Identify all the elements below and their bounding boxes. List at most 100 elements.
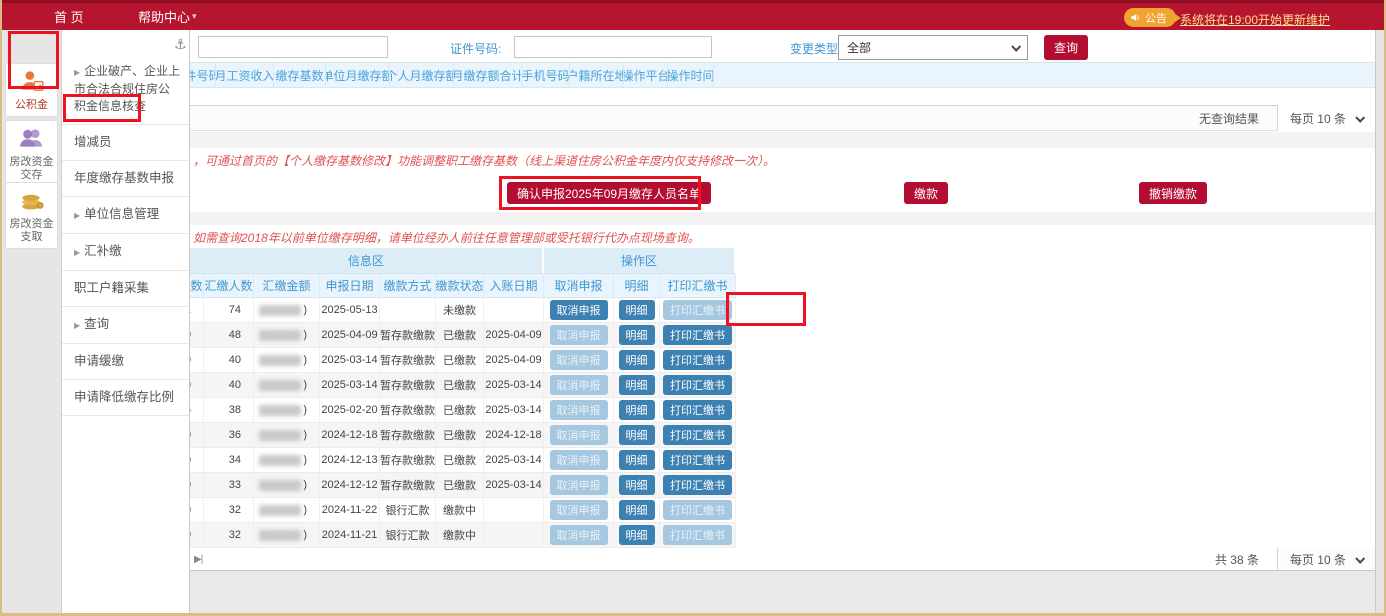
keyword-input[interactable] — [198, 36, 388, 58]
maintenance-notice-link[interactable]: 系统将在19:00开始更新维护 — [1180, 11, 1330, 28]
chevron-down-icon — [1355, 553, 1365, 563]
print-remit-book-button: 打印汇缴书 — [663, 500, 732, 520]
arrow-right-icon: ▶ — [74, 321, 80, 330]
cell-remit-people: 33 — [204, 473, 254, 497]
remittance-row-3: 040)2025-03-14暂存款缴款已缴款2025-03-14取消申报明细打印… — [190, 373, 736, 398]
detail-button[interactable]: 明细 — [619, 325, 655, 345]
detail-button[interactable]: 明细 — [619, 450, 655, 470]
main-content: 证件号码: 变更类型: 全部 查询 件号码月工资收入缴存基数单位月缴存额个人月缴… — [190, 30, 1376, 613]
vertical-scrollbar[interactable] — [1375, 30, 1386, 613]
remittance-row-4: 638)2025-02-20暂存款缴款已缴款2025-03-14取消申报明细打印… — [190, 398, 736, 423]
menu-item-4[interactable]: ▶汇补缴 — [62, 234, 189, 271]
cell-count-misc: 0 — [190, 323, 204, 347]
cell-pay-status: 缴款中 — [436, 523, 484, 547]
cell-pay-method: 暂存款缴款 — [380, 423, 436, 447]
app-window: 首 页 帮助中心 ▾ 公告 系统将在19:00开始更新维护 公积金房改资金 交存… — [0, 0, 1386, 616]
detail-button[interactable]: 明细 — [619, 500, 655, 520]
remittance-column-header: 入账日期 — [484, 274, 544, 298]
revoke-pay-button[interactable]: 撤销缴款 — [1139, 182, 1207, 204]
cell-detail-op: 明细 — [614, 398, 660, 422]
cell-pay-method: 银行汇款 — [380, 498, 436, 522]
cell-cancel-op: 取消申报 — [544, 473, 614, 497]
cell-detail-op: 明细 — [614, 298, 660, 322]
cell-count-misc: 1 — [190, 298, 204, 322]
people-icon — [18, 125, 46, 156]
cell-pay-method — [380, 298, 436, 322]
cell-detail-op: 明细 — [614, 498, 660, 522]
cell-entry-date: 2025-04-09 — [484, 323, 544, 347]
cell-count-misc: 0 — [190, 498, 204, 522]
print-remit-book-button[interactable]: 打印汇缴书 — [663, 450, 732, 470]
menu-item-label: 申请缓缴 — [74, 354, 124, 368]
rail-item-2[interactable]: ?房改资金 支取 — [5, 182, 58, 249]
cell-remit-amount-masked: ) — [254, 523, 320, 547]
menu-item-6[interactable]: ▶查询 — [62, 307, 189, 344]
cell-entry-date: 2025-03-14 — [484, 473, 544, 497]
cell-detail-op: 明细 — [614, 448, 660, 472]
rail-item-0[interactable]: 公积金 — [5, 63, 58, 117]
nav-help-center-menu[interactable]: 帮助中心 ▾ — [138, 7, 197, 26]
cell-cancel-op: 取消申报 — [544, 348, 614, 372]
cell-detail-op: 明细 — [614, 348, 660, 372]
menu-item-1[interactable]: 增减员 — [62, 125, 189, 161]
menu-item-0[interactable]: ▶企业破产、企业上市合法合规住房公积金信息核查 — [62, 54, 189, 125]
cell-cancel-op: 取消申报 — [544, 373, 614, 397]
detail-button[interactable]: 明细 — [619, 300, 655, 320]
remittance-row-5: 036)2024-12-18暂存款缴款已缴款2024-12-18取消申报明细打印… — [190, 423, 736, 448]
detail-button[interactable]: 明细 — [619, 425, 655, 445]
detail-button[interactable]: 明细 — [619, 350, 655, 370]
nav-home-link[interactable]: 首 页 — [54, 7, 84, 26]
menu-sidebar: ⚓ ▶企业破产、企业上市合法合规住房公积金信息核查增减员年度缴存基数申报▶单位信… — [62, 30, 190, 613]
detail-button[interactable]: 明细 — [619, 400, 655, 420]
detail-button[interactable]: 明细 — [619, 525, 655, 545]
remittance-column-header: 汇缴人数 — [204, 274, 254, 298]
change-type-select[interactable]: 全部 — [838, 35, 1028, 60]
page-size-select[interactable]: 每页 10 条 — [1277, 105, 1376, 131]
menu-item-label: 职工户籍采集 — [74, 281, 149, 295]
remittance-row-0: 174)2025-05-13未缴款取消申报明细打印汇缴书 — [190, 298, 736, 323]
cell-cancel-op: 取消申报 — [544, 498, 614, 522]
print-remit-book-button[interactable]: 打印汇缴书 — [663, 375, 732, 395]
menu-item-label: 汇补缴 — [84, 244, 122, 258]
confirm-declare-button[interactable]: 确认申报2025年09月缴存人员名单 — [507, 182, 711, 204]
cert-number-input[interactable] — [514, 36, 712, 58]
remittance-column-header: 数 — [190, 274, 204, 298]
group-header-ops: 操作区 — [544, 248, 736, 274]
results-column-header: 单位月缴存额 — [326, 63, 390, 87]
print-remit-book-button[interactable]: 打印汇缴书 — [663, 425, 732, 445]
cell-cancel-op: 取消申报 — [544, 448, 614, 472]
cell-declare-date: 2025-04-09 — [320, 323, 380, 347]
cancel-declare-button[interactable]: 取消申报 — [550, 300, 608, 320]
svg-text:?: ? — [38, 204, 41, 210]
page-size-select-bottom[interactable]: 每页 10 条 — [1277, 548, 1376, 570]
arrow-right-icon: ▶ — [74, 211, 80, 220]
print-remit-book-button[interactable]: 打印汇缴书 — [663, 400, 732, 420]
cell-remit-people: 32 — [204, 498, 254, 522]
detail-button[interactable]: 明细 — [619, 475, 655, 495]
cell-print-op: 打印汇缴书 — [660, 423, 736, 447]
print-remit-book-button[interactable]: 打印汇缴书 — [663, 350, 732, 370]
redacted-amount-blur — [259, 330, 301, 341]
cancel-declare-button: 取消申报 — [550, 375, 608, 395]
scroll-to-end-icon[interactable]: ▶| — [194, 554, 202, 565]
cert-number-label: 证件号码: — [450, 40, 501, 57]
cell-count-misc: 0 — [190, 448, 204, 472]
print-remit-book-button[interactable]: 打印汇缴书 — [663, 475, 732, 495]
menu-item-8[interactable]: 申请降低缴存比例 — [62, 380, 189, 416]
menu-item-3[interactable]: ▶单位信息管理 — [62, 197, 189, 234]
detail-button[interactable]: 明细 — [619, 375, 655, 395]
cell-entry-date: 2025-04-09 — [484, 348, 544, 372]
query-button[interactable]: 查询 — [1044, 35, 1088, 60]
cell-remit-amount-masked: ) — [254, 398, 320, 422]
rail-item-1[interactable]: 房改资金 交存 — [5, 120, 58, 187]
menu-item-2[interactable]: 年度缴存基数申报 — [62, 161, 189, 197]
cell-print-op: 打印汇缴书 — [660, 398, 736, 422]
redacted-amount-blur — [259, 355, 301, 366]
pay-button[interactable]: 缴款 — [904, 182, 948, 204]
anchor-pin-icon[interactable]: ⚓ — [174, 36, 187, 53]
cell-entry-date — [484, 298, 544, 322]
menu-item-5[interactable]: 职工户籍采集 — [62, 271, 189, 307]
announcement-badge: 公告 — [1124, 8, 1176, 27]
print-remit-book-button[interactable]: 打印汇缴书 — [663, 325, 732, 345]
menu-item-7[interactable]: 申请缓缴 — [62, 344, 189, 380]
